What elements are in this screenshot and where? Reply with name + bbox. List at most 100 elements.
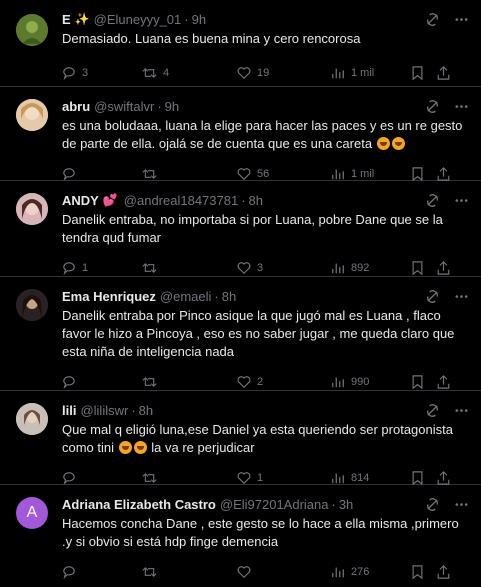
handle[interactable]: @andreal18473781 xyxy=(124,193,238,208)
bookmark-button[interactable] xyxy=(411,375,437,389)
views-button[interactable]: 892 xyxy=(331,261,411,275)
display-name[interactable]: ANDY xyxy=(62,193,99,208)
like-icon xyxy=(237,375,251,389)
more-icon[interactable] xyxy=(454,497,469,512)
views-button[interactable]: 1 mil xyxy=(331,66,411,80)
share-button[interactable] xyxy=(437,375,450,389)
bookmark-button[interactable] xyxy=(411,66,437,80)
timestamp[interactable]: 8h xyxy=(222,289,236,304)
like-button[interactable]: 56 xyxy=(237,167,331,181)
separator: · xyxy=(157,98,162,114)
views-count: 276 xyxy=(351,566,370,578)
more-icon[interactable] xyxy=(454,12,469,27)
tweet-header-icons xyxy=(425,403,469,418)
retweet-button[interactable] xyxy=(142,565,237,579)
bookmark-button[interactable] xyxy=(411,261,437,275)
timestamp[interactable]: 9h xyxy=(165,99,179,114)
handle[interactable]: @lililswr xyxy=(80,403,128,418)
views-icon xyxy=(331,261,345,275)
views-count: 1 mil xyxy=(351,168,375,180)
display-name[interactable]: Ema Henriquez xyxy=(62,289,156,304)
reply-button[interactable] xyxy=(62,471,142,485)
avatar[interactable] xyxy=(16,289,48,321)
tweet[interactable]: ANDY 💕 @andreal18473781 · 8h Danelik ent… xyxy=(0,181,481,277)
share-button[interactable] xyxy=(437,471,450,485)
reply-button[interactable] xyxy=(62,167,142,181)
like-button[interactable]: 19 xyxy=(237,66,331,80)
more-icon[interactable] xyxy=(454,193,469,208)
display-name[interactable]: E xyxy=(62,12,71,27)
retweet-button[interactable]: 4 xyxy=(142,66,237,80)
display-name[interactable]: abru xyxy=(62,99,90,114)
share-icon xyxy=(437,167,450,181)
views-button[interactable]: 990 xyxy=(331,375,411,389)
grok-icon[interactable] xyxy=(425,193,440,208)
timestamp[interactable]: 8h xyxy=(139,403,153,418)
grok-icon[interactable] xyxy=(425,497,440,512)
reply-button[interactable] xyxy=(62,375,142,389)
grok-icon[interactable] xyxy=(425,99,440,114)
tweet[interactable]: E ✨ @Eluneyyy_01 · 9h Demasiado. Luana e… xyxy=(0,0,481,87)
share-button[interactable] xyxy=(437,261,450,275)
retweet-icon xyxy=(142,375,157,389)
views-count: 892 xyxy=(351,262,370,274)
emoji-icon xyxy=(133,441,147,454)
handle[interactable]: @emaeli xyxy=(160,289,212,304)
tweet-header: lili @lililswr · 8h xyxy=(62,401,469,419)
views-button[interactable]: 814 xyxy=(331,471,411,485)
more-icon[interactable] xyxy=(454,289,469,304)
retweet-button[interactable] xyxy=(142,261,237,275)
tweet[interactable]: Ema Henriquez @emaeli · 8h Danelik entra… xyxy=(0,277,481,391)
retweet-count: 4 xyxy=(163,67,170,79)
avatar[interactable] xyxy=(16,193,48,225)
tweet[interactable]: A Adriana Elizabeth Castro @Eli97201Adri… xyxy=(0,485,481,579)
retweet-icon xyxy=(142,167,157,181)
separator: · xyxy=(241,192,246,208)
timestamp[interactable]: 3h xyxy=(339,497,353,512)
timestamp[interactable]: 9h xyxy=(192,12,206,27)
grok-icon[interactable] xyxy=(425,12,440,27)
more-icon[interactable] xyxy=(454,99,469,114)
bookmark-button[interactable] xyxy=(411,471,437,485)
handle[interactable]: @Eli97201Adriana xyxy=(220,497,329,512)
like-button[interactable]: 2 xyxy=(237,375,331,389)
retweet-button[interactable] xyxy=(142,167,237,181)
retweet-button[interactable] xyxy=(142,471,237,485)
separator: · xyxy=(331,496,336,512)
tweet-header: ANDY 💕 @andreal18473781 · 8h xyxy=(62,191,469,209)
display-name[interactable]: Adriana Elizabeth Castro xyxy=(62,497,216,512)
share-button[interactable] xyxy=(437,565,450,579)
retweet-button[interactable] xyxy=(142,375,237,389)
bookmark-button[interactable] xyxy=(411,167,437,181)
share-button[interactable] xyxy=(437,66,450,80)
share-icon xyxy=(437,471,450,485)
like-button[interactable]: 3 xyxy=(237,261,331,275)
avatar[interactable] xyxy=(16,14,48,46)
bookmark-button[interactable] xyxy=(411,565,437,579)
grok-icon[interactable] xyxy=(425,289,440,304)
reply-button[interactable] xyxy=(62,565,142,579)
display-name[interactable]: lili xyxy=(62,403,76,418)
name-emoji: 💕 xyxy=(102,193,118,207)
views-button[interactable]: 276 xyxy=(331,565,411,579)
share-icon xyxy=(437,375,450,389)
avatar[interactable]: A xyxy=(16,497,48,529)
handle[interactable]: @Eluneyyy_01 xyxy=(94,12,182,27)
handle[interactable]: @swiftalvr xyxy=(94,99,154,114)
views-icon xyxy=(331,66,345,80)
views-button[interactable]: 1 mil xyxy=(331,167,411,181)
share-button[interactable] xyxy=(437,167,450,181)
reply-button[interactable]: 1 xyxy=(62,261,142,275)
more-icon[interactable] xyxy=(454,403,469,418)
tweet[interactable]: abru @swiftalvr · 9h es una boludaaa, lu… xyxy=(0,87,481,181)
avatar[interactable] xyxy=(16,99,48,131)
reply-button[interactable]: 3 xyxy=(62,66,142,80)
tweet[interactable]: lili @lililswr · 8h Que mal q eligió lun… xyxy=(0,391,481,485)
like-button[interactable] xyxy=(237,565,331,579)
tweet-text: Hacemos concha Dane , este gesto se lo h… xyxy=(62,516,459,549)
bookmark-icon xyxy=(411,167,424,181)
avatar[interactable] xyxy=(16,403,48,435)
like-button[interactable]: 1 xyxy=(237,471,331,485)
grok-icon[interactable] xyxy=(425,403,440,418)
timestamp[interactable]: 8h xyxy=(249,193,263,208)
